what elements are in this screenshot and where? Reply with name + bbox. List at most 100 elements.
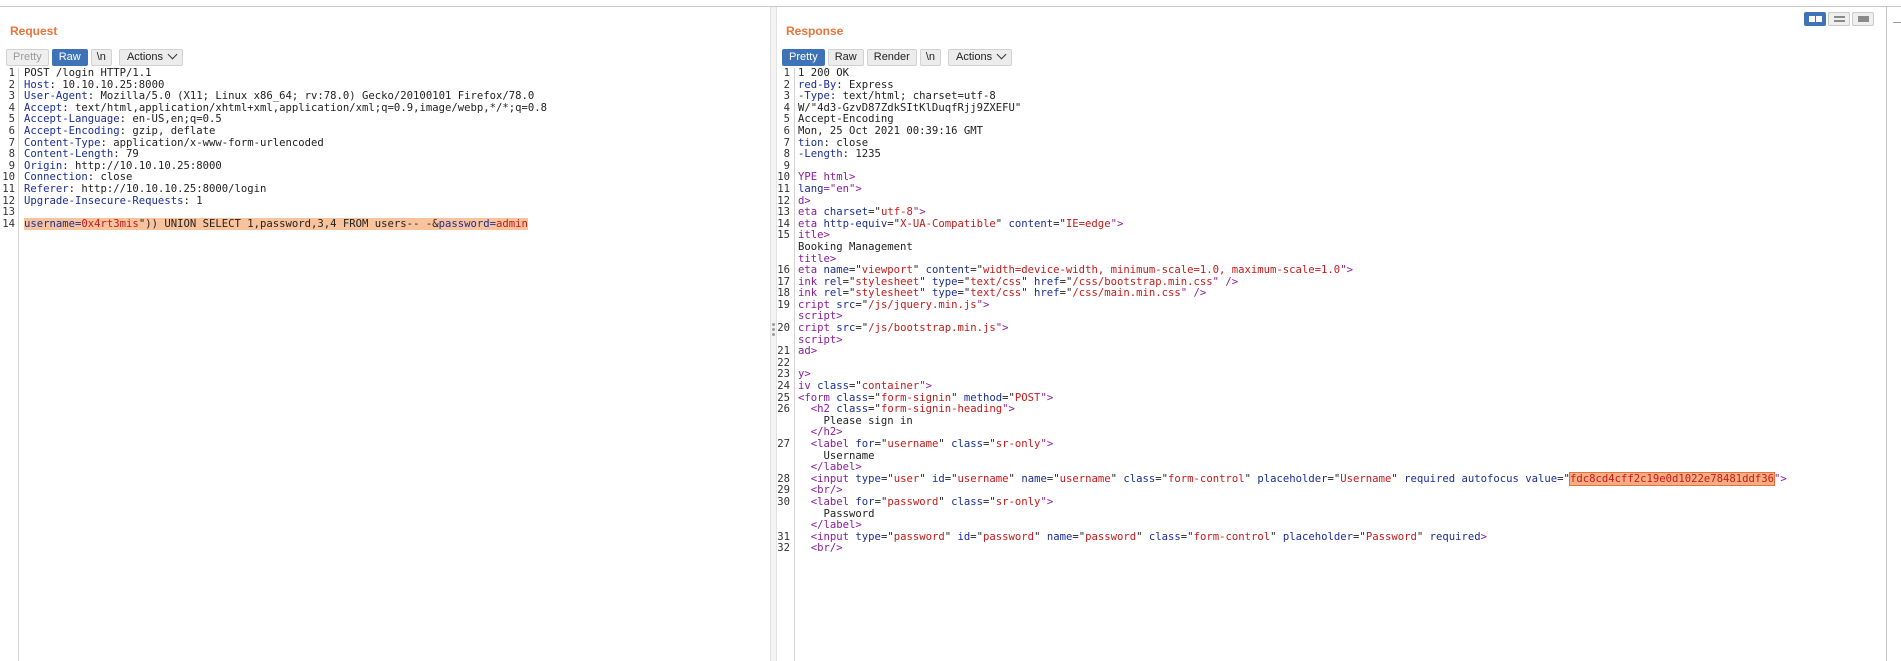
code-token: itle> [798,229,830,242]
code-token: Username [1340,472,1392,485]
code-token: /css/bootstrap.min.css [1072,275,1213,288]
code-token: http-equiv [823,217,888,230]
code-token: <h2 [810,403,837,416]
code-token: Upgrade-Insecure-Requests [24,194,184,207]
response-pretty-tab[interactable]: Pretty [782,49,825,66]
right-edge-tick [1893,22,1901,23]
code-token: iv [798,380,818,393]
code-token: class [951,438,984,450]
line-number: 1 [8,67,15,79]
code-token: type [931,287,958,300]
code-line: 4 W/"4d3-GzvD87ZdkSItKlDuqfRjj9ZXEFU" [777,102,1886,115]
code-token: " [995,217,1009,230]
code-token: utf-8 [880,206,913,219]
request-pretty-tab[interactable]: Pretty [6,49,49,66]
response-editor[interactable]: 11 200 OK 2 red-By: Express 3 -Type: text/ht… [777,67,1886,661]
code-token: Accept-Encoding [24,124,120,137]
response-actions-label: Actions [956,51,993,63]
request-editor[interactable]: 1 POST /login HTTP/1.1 2 Host: 10.10.10.25:… [0,67,770,661]
request-raw-tab[interactable]: Raw [51,49,88,66]
code-token: tion [798,136,824,149]
code-token: lang [798,182,824,195]
request-actions-label: Actions [126,51,164,63]
request-actions-menu[interactable]: Actions [118,49,184,66]
code-token: =" [855,322,869,335]
response-newline-toggle[interactable]: \n [919,49,942,66]
code-token: " [1034,530,1047,543]
code-token: "> [1040,495,1054,508]
response-panel: Response Pretty Raw Render \n Actions 11… [777,7,1886,661]
line-number: 6 [8,124,15,137]
code-token: " [938,495,952,508]
line-number: 8 [783,148,790,161]
code-token: : en-US,en;q=0.5 [119,113,222,126]
code-token: for [855,438,875,450]
code-line: 27 <label for="username" class="sr-only"… [777,438,1886,451]
code-token: class [951,495,984,508]
code-token: id [957,530,971,543]
line-number: 14 [2,217,15,230]
code-token: container [861,380,920,393]
code-token: required [1429,530,1481,543]
code-token: placeholder [1257,472,1328,485]
code-token: title> [798,252,837,265]
response-raw-tab[interactable]: Raw [827,49,864,66]
code-token: " [951,391,964,404]
code-token: name [1046,530,1073,543]
code-token: " [919,287,932,300]
code-token: for [855,495,875,508]
code-token: : text/html,application/xhtml+xml,applic… [62,101,548,114]
code-token: : 79 [113,148,139,161]
response-title: Response [786,24,844,38]
code-token: "> [1040,391,1054,404]
drag-handle-dot [772,333,775,336]
code-token: <label [810,438,856,450]
code-line: 7 tion: close [777,136,1886,150]
code-token: " [938,438,952,450]
code-token: : Mozilla/5.0 (X11; Linux x86_64; rv:78.… [87,90,535,103]
code-token: text/css [970,287,1022,300]
code-token: <br/> [810,484,843,497]
code-token: : gzip, deflate [119,124,216,137]
code-line: 12 d> [777,195,1886,208]
code-token: required autofocus value [1404,472,1558,485]
code-line: 20 cript src="/js/bootstrap.min.js"> [777,322,1886,335]
code-token: " [1416,530,1430,543]
code-token: ")) UNION SELECT 1,password,3,4 FROM use… [138,217,439,230]
response-render-tab[interactable]: Render [866,49,917,66]
code-token: content [1008,217,1054,230]
code-token: =" [849,264,862,277]
code-token: username [957,472,1009,485]
response-actions-menu[interactable]: Actions [948,49,1013,66]
code-token: : text/html; charset=utf-8 [829,90,996,103]
code-token: script> [798,333,843,346]
code-token: =" [1002,391,1015,404]
chevron-down-icon [167,49,178,60]
code-token: " [944,530,958,543]
code-token: text/css [970,275,1022,288]
line-number: 24 [777,380,790,393]
code-token: " [912,264,926,277]
code-token: =" [1353,530,1366,543]
request-newline-toggle[interactable]: \n [90,49,112,66]
code-token: y> [798,368,811,381]
code-token: rel [823,287,843,300]
code-token: Password [1365,530,1417,543]
code-token: name [1021,472,1047,485]
line-number: 8 [8,148,15,161]
code-line: 14 username=0x4rt3mis")) UNION SELECT 1,p… [0,217,770,231]
code-token: username= [24,217,82,230]
code-token: " [1021,287,1035,300]
code-token: =" [1059,287,1073,300]
code-token: =" [842,275,856,288]
line-number: 13 [777,206,790,219]
code-token: stylesheet [855,287,920,300]
request-toolbar: Pretty Raw \n Actions [6,49,184,66]
code-token: class [817,380,850,393]
code-token: =" [1053,217,1066,230]
code-token: /css/main.min.css [1072,287,1181,300]
